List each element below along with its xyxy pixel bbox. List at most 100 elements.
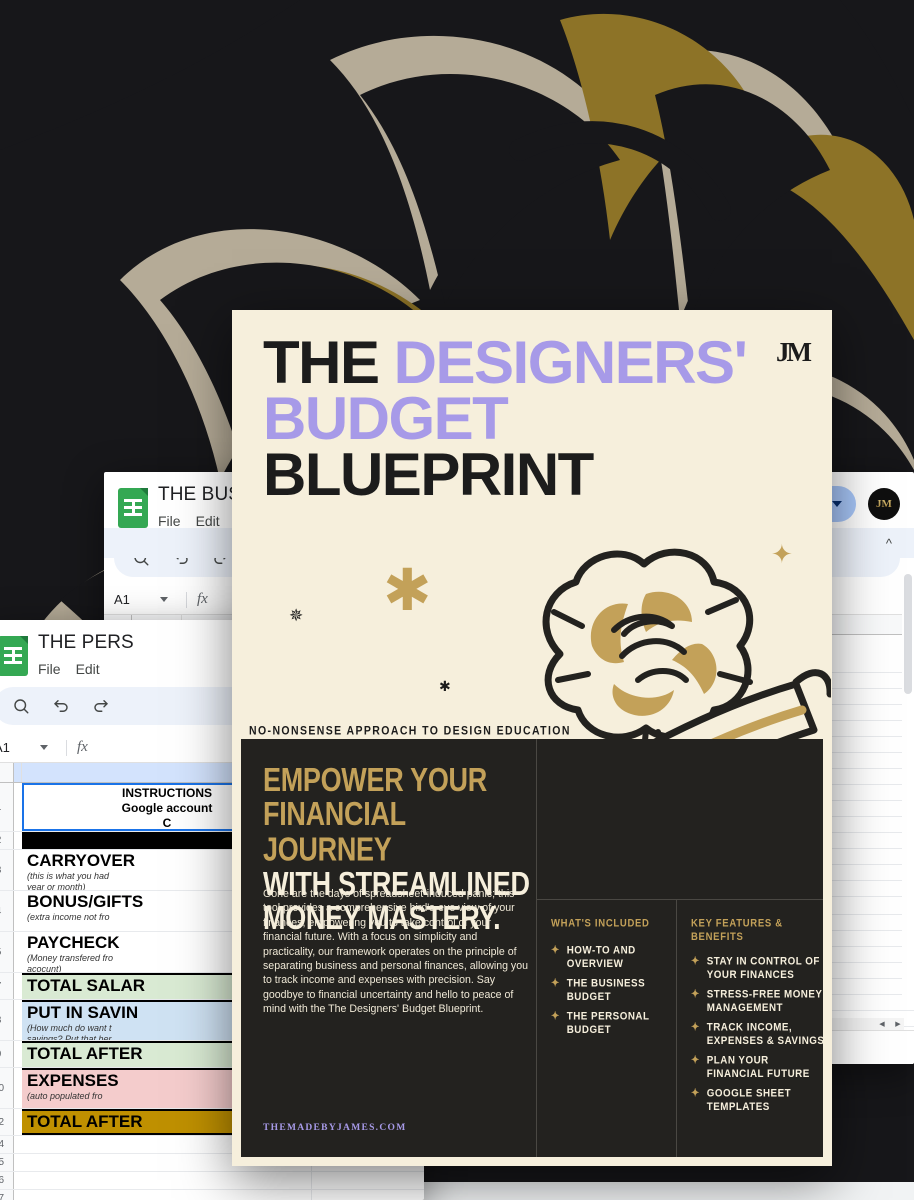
row-number[interactable]: 14 (0, 1136, 14, 1153)
website-url[interactable]: THEMADEBYJAMES.COM (263, 1123, 406, 1133)
row-number[interactable]: 16 (0, 1172, 14, 1189)
divider (536, 899, 823, 900)
menu-item-edit[interactable]: Edit (196, 513, 220, 529)
bullet-icon: ✦ (691, 1087, 700, 1100)
divider (66, 739, 67, 756)
divider (676, 899, 677, 1157)
list-item: ✦ THE BUSINESS BUDGET (551, 977, 666, 1005)
row-number[interactable]: 10 (0, 1068, 14, 1108)
row-number[interactable]: 12 (0, 1109, 14, 1135)
title-line2-b: BLUEPRINT (263, 440, 594, 508)
cell-a[interactable] (14, 1172, 22, 1189)
list-item-label: THE PERSONAL BUDGET (566, 1010, 650, 1037)
vertical-scroll-thumb[interactable] (904, 574, 912, 694)
row-number[interactable]: 8 (0, 1000, 14, 1040)
scroll-left-arrow[interactable]: ◀ (876, 1018, 888, 1030)
chevron-down-icon[interactable] (832, 501, 842, 507)
cell-a[interactable] (14, 1154, 22, 1171)
chevron-down-icon[interactable] (40, 745, 48, 750)
cell-a[interactable] (14, 850, 22, 890)
list-item-label: TRACK INCOME, EXPENSES & SAVINGS (706, 1021, 825, 1048)
list-item: ✦ STAY IN CONTROL OF YOUR FINANCES (691, 955, 826, 983)
row-number[interactable]: 2 (0, 832, 14, 849)
search-icon[interactable] (12, 697, 30, 715)
undo-icon[interactable] (52, 697, 70, 715)
cell-b[interactable] (22, 1172, 312, 1189)
bullet-icon: ✦ (551, 944, 560, 957)
avatar[interactable]: JM (868, 488, 900, 520)
page-title: THE DESIGNERS' BUDGET BLUEPRINT (263, 333, 753, 505)
divider (536, 739, 537, 1157)
dark-info-panel: EMPOWER YOUR FINANCIAL JOURNEY WITH STRE… (241, 739, 826, 1157)
name-box-value: A1 (114, 592, 130, 607)
google-sheets-icon (118, 488, 148, 528)
whats-included-column: WHAT'S INCLUDED ✦ HOW-TO AND OVERVIEW ✦ THE… (551, 917, 666, 1043)
redo-icon[interactable] (92, 697, 110, 715)
row-number[interactable]: 3 (0, 850, 14, 890)
cell-a[interactable] (14, 783, 22, 831)
menu-item-file[interactable]: File (158, 513, 181, 529)
list-item: ✦ STRESS-FREE MONEY MANAGEMENT (691, 988, 826, 1016)
bullet-icon: ✦ (551, 1010, 560, 1023)
poster-card: THE DESIGNERS' BUDGET BLUEPRINT JM ✵ ✱ ✱… (232, 310, 832, 1166)
brand-logo: JM (776, 337, 812, 367)
google-sheets-icon (0, 636, 28, 676)
list-item-label: STAY IN CONTROL OF YOUR FINANCES (706, 955, 820, 982)
bullet-icon: ✦ (691, 1021, 700, 1034)
key-features-column: KEY FEATURES & BENEFITS ✦ STAY IN CONTROL… (691, 917, 826, 1120)
row-number[interactable]: 17 (0, 1190, 14, 1200)
asterisk-icon-large: ✱ (383, 558, 432, 623)
cell-a[interactable] (14, 891, 22, 931)
name-box-value: A1 (0, 740, 10, 755)
menu-item-file[interactable]: File (38, 661, 61, 677)
cell-a[interactable] (14, 973, 22, 999)
name-box[interactable]: A1 (0, 740, 56, 755)
row-number[interactable]: 7 (0, 973, 14, 999)
list-item-label: STRESS-FREE MONEY MANAGEMENT (706, 988, 823, 1015)
vertical-scrollbar[interactable] (902, 568, 914, 1004)
whats-included-title: WHAT'S INCLUDED (551, 917, 650, 931)
menu-bar[interactable]: File Edit (38, 661, 134, 677)
cell-a[interactable] (14, 1068, 22, 1108)
cell-b[interactable] (22, 1190, 312, 1200)
list-item-label: PLAN YOUR FINANCIAL FUTURE (706, 1054, 810, 1081)
scroll-right-arrow[interactable]: ▶ (892, 1018, 904, 1030)
divider (186, 591, 187, 608)
row-number[interactable]: 1 (0, 783, 14, 831)
row-number[interactable]: 15 (0, 1154, 14, 1171)
cell-a[interactable] (14, 1190, 22, 1200)
table-row[interactable]: 17 (0, 1190, 424, 1200)
formula-icon: fx (197, 591, 208, 607)
key-features-title: KEY FEATURES & BENEFITS (691, 917, 783, 944)
cell-a[interactable] (14, 932, 22, 972)
collapse-ribbon-icon[interactable]: ^ (886, 536, 892, 551)
table-row[interactable]: 16 (0, 1172, 424, 1190)
menu-item-edit[interactable]: Edit (76, 661, 100, 677)
key-features-list: ✦ STAY IN CONTROL OF YOUR FINANCES ✦ STRESS… (691, 955, 826, 1114)
cell-a[interactable] (14, 1000, 22, 1040)
bullet-icon: ✦ (691, 988, 700, 1001)
row-number[interactable]: 5 (0, 932, 14, 972)
row-number[interactable]: 9 (0, 1041, 14, 1067)
cell-a[interactable] (14, 832, 22, 849)
headline-gold-1: EMPOWER YOUR (263, 761, 487, 799)
formula-icon: fx (77, 739, 88, 755)
bullet-icon: ✦ (551, 977, 560, 990)
document-title[interactable]: THE PERS (38, 632, 134, 654)
kicker-text: NO-NONSENSE APPROACH TO DESIGN EDUCATION (249, 724, 571, 738)
bullet-icon: ✦ (691, 955, 700, 968)
cell-a[interactable] (14, 1136, 22, 1153)
headline-gold-2: FINANCIAL JOURNEY (263, 796, 406, 868)
list-item: ✦ GOOGLE SHEET TEMPLATES (691, 1087, 826, 1115)
asterisk-icon-small: ✱ (439, 678, 451, 694)
star-icon: ✵ (289, 606, 304, 625)
chevron-down-icon[interactable] (160, 597, 168, 602)
cell-a[interactable] (14, 1109, 22, 1135)
whats-included-list: ✦ HOW-TO AND OVERVIEW ✦ THE BUSINESS BUDGET… (551, 944, 666, 1037)
list-item: ✦ PLAN YOUR FINANCIAL FUTURE (691, 1054, 826, 1082)
cell-a[interactable] (14, 1041, 22, 1067)
body-paragraph: Gone are the days of spreadsheet-induced… (263, 888, 529, 1016)
bullet-icon: ✦ (691, 1054, 700, 1067)
name-box[interactable]: A1 (104, 592, 176, 607)
row-number[interactable]: 4 (0, 891, 14, 931)
